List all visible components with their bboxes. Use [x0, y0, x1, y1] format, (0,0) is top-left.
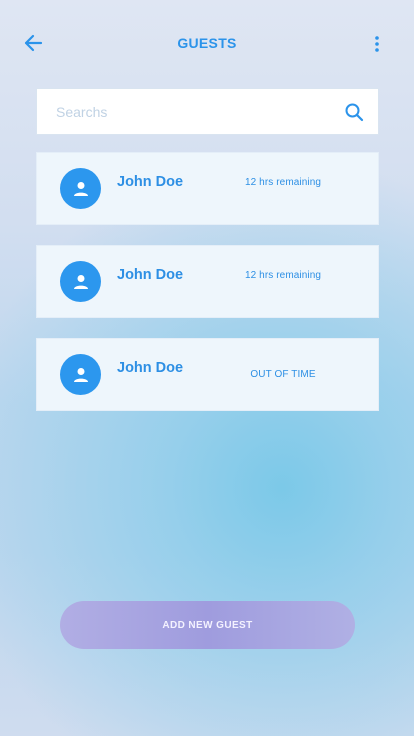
avatar — [60, 354, 101, 395]
guest-card[interactable]: John Doe 12 hrs remaining — [36, 152, 379, 225]
guest-list: John Doe 12 hrs remaining John Doe 12 hr… — [36, 152, 379, 431]
add-new-guest-button[interactable]: ADD NEW GUEST — [60, 601, 355, 649]
search-icon[interactable] — [344, 102, 364, 122]
guest-status: 12 hrs remaining — [244, 177, 322, 188]
guest-name: John Doe — [117, 360, 184, 376]
guest-card[interactable]: John Doe 12 hrs remaining — [36, 245, 379, 318]
person-icon — [73, 274, 88, 289]
guest-name: John Doe — [117, 174, 184, 190]
guest-status: OUT OF TIME — [250, 369, 316, 380]
search-bar — [36, 88, 379, 135]
guest-name: John Doe — [117, 267, 184, 283]
guest-card[interactable]: John Doe OUT OF TIME — [36, 338, 379, 411]
search-input[interactable] — [37, 89, 327, 134]
person-icon — [73, 367, 88, 382]
person-icon — [73, 181, 88, 196]
avatar — [60, 168, 101, 209]
avatar — [60, 261, 101, 302]
more-vertical-icon — [375, 36, 379, 52]
app-bar: GUESTS — [0, 0, 414, 88]
more-options-button[interactable] — [366, 32, 388, 56]
page-title: GUESTS — [177, 35, 237, 51]
guest-status: 12 hrs remaining — [244, 270, 322, 281]
